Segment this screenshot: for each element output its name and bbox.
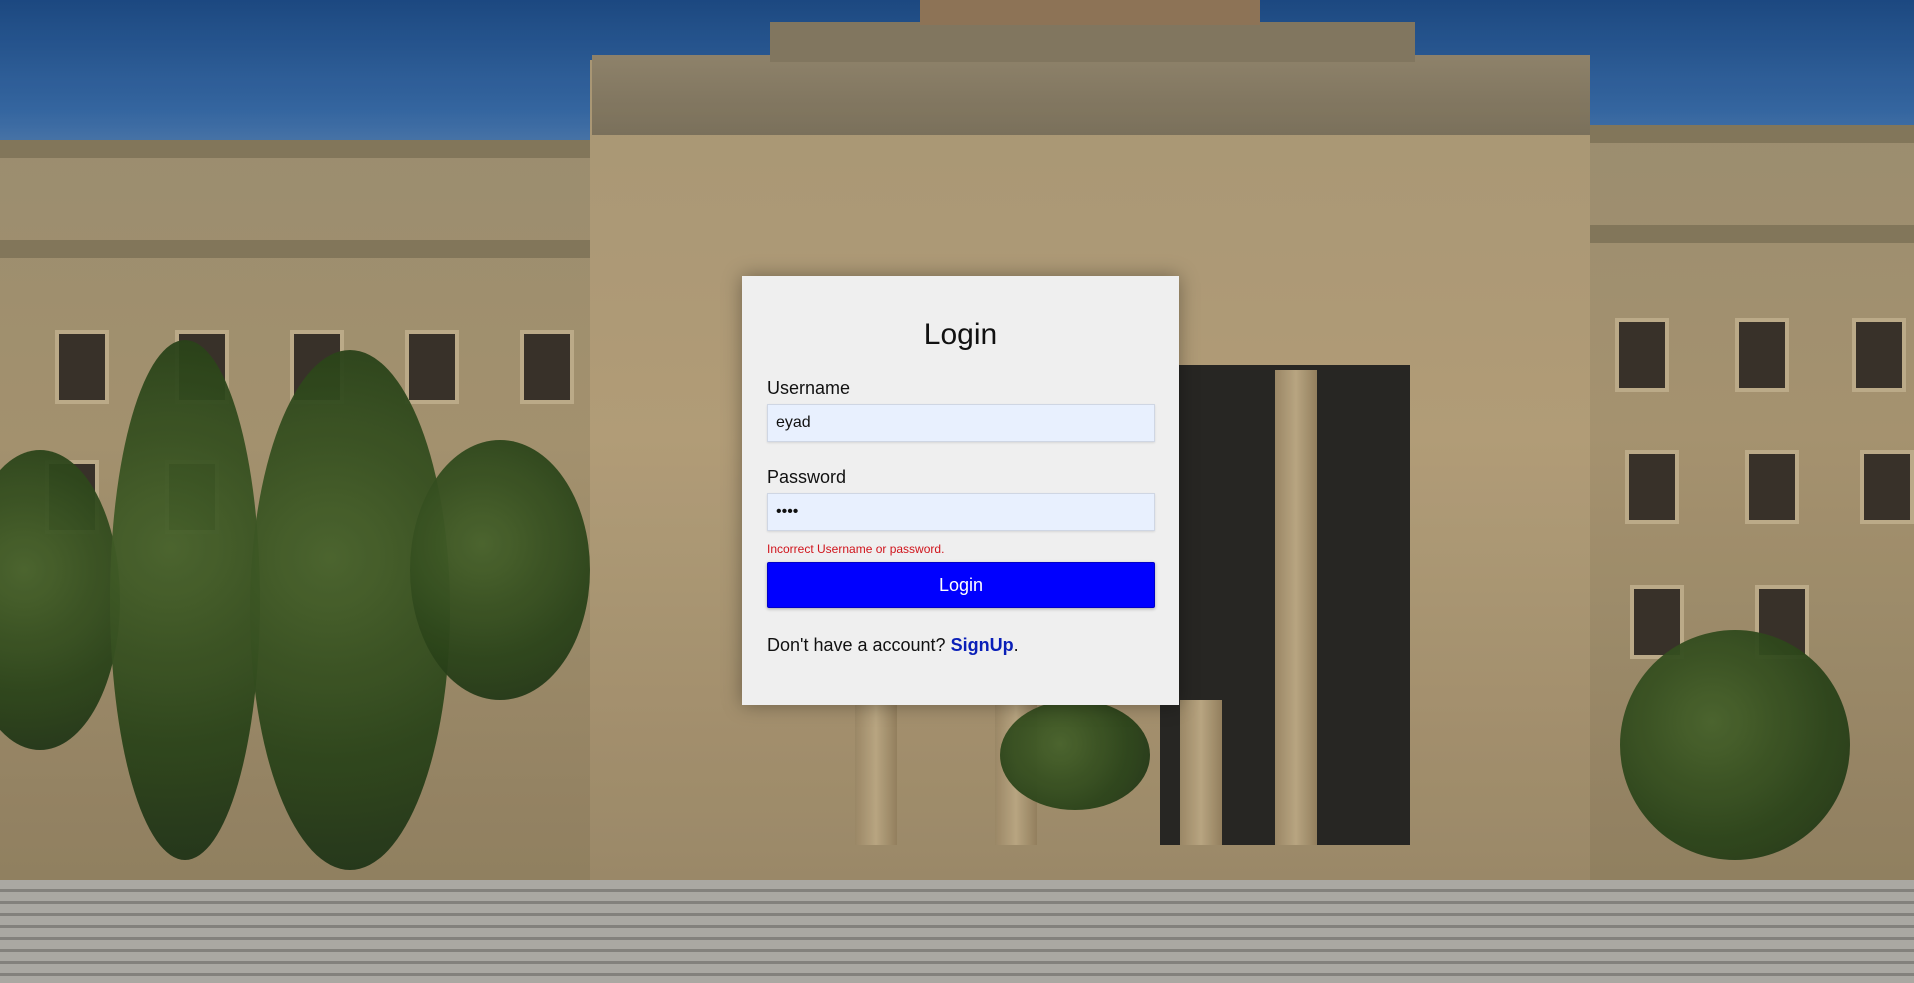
login-error-message: Incorrect Username or password. (767, 542, 945, 556)
signup-prompt-text: Don't have a account? (767, 635, 946, 655)
password-label: Password (767, 467, 847, 487)
login-card: Login Username Password Incorrect Userna… (742, 276, 1179, 705)
password-input[interactable] (767, 493, 1155, 531)
login-title: Login (923, 318, 998, 351)
login-button[interactable]: Login (767, 562, 1155, 608)
username-label: Username (767, 378, 851, 398)
signup-link[interactable]: SignUp (951, 635, 1014, 655)
signup-suffix: . (1013, 635, 1019, 655)
username-input[interactable] (767, 404, 1155, 442)
signup-prompt: Don't have a account? SignUp. (767, 635, 1154, 655)
